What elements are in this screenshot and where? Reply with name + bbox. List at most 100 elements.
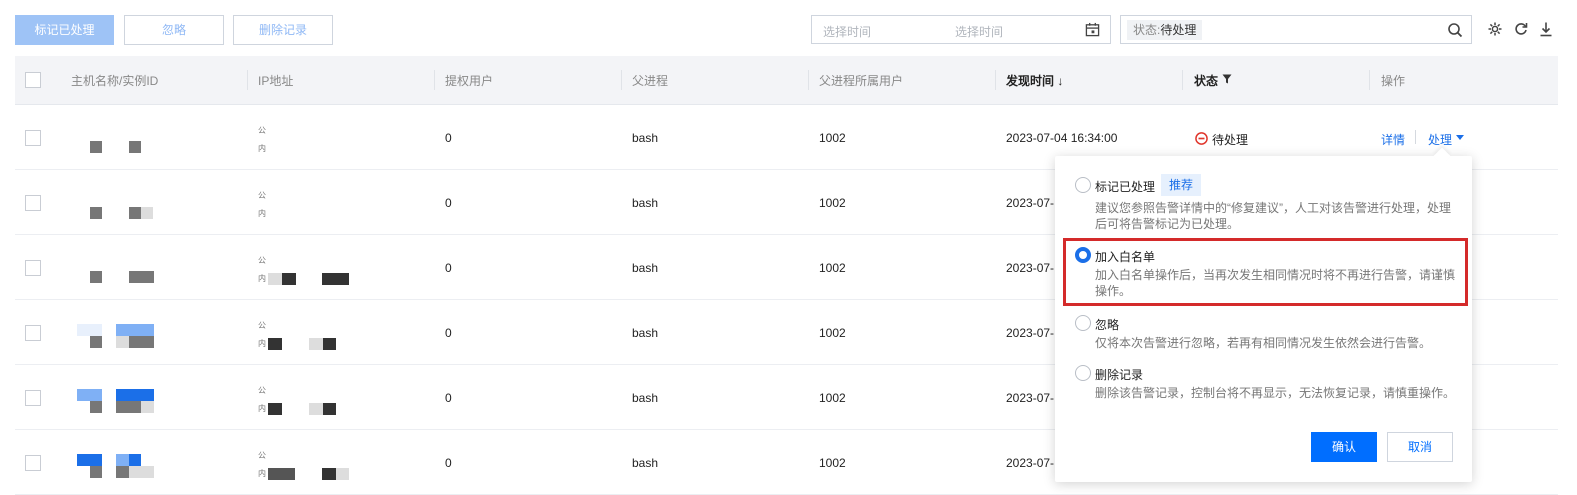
ip-private-label: 内 <box>258 209 266 218</box>
parent-proc-cell: bash <box>632 456 659 470</box>
redacted-host <box>90 336 102 348</box>
col-ip: IP地址 <box>258 74 294 88</box>
download-icon[interactable] <box>1538 21 1554 37</box>
parent-proc-cell: bash <box>632 196 659 210</box>
redacted-ip <box>268 403 282 415</box>
redacted-ip <box>322 468 336 480</box>
row-checkbox[interactable] <box>25 260 41 276</box>
priv-user-cell: 0 <box>445 131 452 145</box>
detail-link[interactable]: 详情 <box>1381 131 1405 148</box>
time-cell: 2023-07- <box>1006 391 1055 405</box>
parent-user-cell: 1002 <box>819 131 846 145</box>
parent-user-cell: 1002 <box>819 391 846 405</box>
redacted-host <box>129 141 141 153</box>
delete-record-button[interactable]: 删除记录 <box>233 15 333 45</box>
parent-proc-cell: bash <box>632 326 659 340</box>
status-cell: 待处理 <box>1212 133 1249 147</box>
status-filter-tag[interactable]: 状态:待处理 <box>1127 20 1203 40</box>
column-divider <box>1182 70 1183 90</box>
row-checkbox[interactable] <box>25 325 41 341</box>
row-checkbox[interactable] <box>25 130 41 146</box>
redacted-ip <box>268 338 282 350</box>
ip-public-label: 公 <box>258 451 266 460</box>
option-title: 标记已处理 <box>1095 180 1156 194</box>
redacted-host <box>90 141 102 153</box>
search-icon[interactable] <box>1447 22 1463 38</box>
parent-user-cell: 1002 <box>819 326 846 340</box>
parent-user-cell: 1002 <box>819 261 846 275</box>
handle-popover: 标记已处理 推荐 建议您参照告警详情中的“修复建议”，人工对该告警进行处理，处理… <box>1055 147 1472 482</box>
ip-private-label: 内 <box>258 274 266 283</box>
caret-down-icon[interactable] <box>1456 135 1464 141</box>
redacted-host <box>141 207 153 219</box>
redacted-host <box>116 466 129 478</box>
cancel-button[interactable]: 取消 <box>1387 432 1453 462</box>
action-divider <box>1415 130 1416 144</box>
ip-private-label: 内 <box>258 404 266 413</box>
redacted-host <box>90 466 102 478</box>
refresh-icon[interactable] <box>1513 21 1529 37</box>
row-checkbox[interactable] <box>25 390 41 406</box>
redacted-ip <box>336 468 349 480</box>
priv-user-cell: 0 <box>445 326 452 340</box>
redacted-host <box>129 271 154 283</box>
filter-value: 待处理 <box>1160 23 1197 37</box>
row-checkbox[interactable] <box>25 455 41 471</box>
ip-public-label: 公 <box>258 321 266 330</box>
redacted-host <box>77 389 102 401</box>
redacted-host <box>129 466 154 478</box>
filter-icon[interactable] <box>1222 74 1232 84</box>
parent-proc-cell: bash <box>632 261 659 275</box>
settings-icon[interactable] <box>1487 21 1503 37</box>
redacted-host <box>116 389 154 401</box>
radio-delete-record[interactable] <box>1075 365 1091 381</box>
redacted-ip <box>322 273 349 285</box>
time-cell: 2023-07- <box>1006 326 1055 340</box>
date-range-picker[interactable]: 选择时间 选择时间 <box>811 15 1111 44</box>
time-cell: 2023-07-04 16:34:00 <box>1006 131 1118 145</box>
redacted-host <box>116 401 141 413</box>
ip-private-label: 内 <box>258 469 266 478</box>
ip-public-label: 公 <box>258 386 266 395</box>
radio-whitelist-selected[interactable] <box>1075 247 1091 263</box>
option-title: 删除记录 <box>1095 368 1144 382</box>
radio-mark-handled[interactable] <box>1075 177 1091 193</box>
option-desc: 建议您参照告警详情中的“修复建议”，人工对该告警进行处理，处理后可将告警标记为已… <box>1095 201 1451 231</box>
ip-public-label: 公 <box>258 191 266 200</box>
mark-handled-button[interactable]: 标记已处理 <box>15 15 114 45</box>
date-start-placeholder: 选择时间 <box>823 25 872 39</box>
date-end-placeholder: 选择时间 <box>955 25 1004 39</box>
parent-proc-cell: bash <box>632 131 659 145</box>
confirm-button[interactable]: 确认 <box>1311 432 1377 462</box>
ignore-button[interactable]: 忽略 <box>124 15 224 45</box>
filter-search-box[interactable]: 状态:待处理 <box>1120 15 1472 44</box>
select-all-checkbox[interactable] <box>25 72 41 88</box>
col-parent-proc: 父进程 <box>632 74 669 88</box>
redacted-ip <box>309 338 323 350</box>
redacted-ip <box>323 403 336 415</box>
col-time-sortable[interactable]: 发现时间 ↓ <box>1006 72 1063 89</box>
column-divider <box>1369 70 1370 90</box>
redacted-host <box>77 454 102 466</box>
priv-user-cell: 0 <box>445 391 452 405</box>
handle-dropdown[interactable]: 处理 <box>1428 131 1452 148</box>
priv-user-cell: 0 <box>445 196 452 210</box>
redacted-host <box>116 336 129 348</box>
calendar-icon[interactable] <box>1085 22 1100 37</box>
row-checkbox[interactable] <box>25 195 41 211</box>
radio-ignore[interactable] <box>1075 315 1091 331</box>
redacted-host <box>90 271 102 283</box>
column-divider <box>808 70 809 90</box>
priv-user-cell: 0 <box>445 456 452 470</box>
option-title: 加入白名单 <box>1095 250 1156 264</box>
column-divider <box>621 70 622 90</box>
redacted-host <box>129 336 154 348</box>
col-status: 状态 <box>1194 74 1219 88</box>
time-cell: 2023-07- <box>1006 196 1055 210</box>
column-divider <box>995 70 996 90</box>
redacted-ip <box>268 273 282 285</box>
priv-user-cell: 0 <box>445 261 452 275</box>
ip-public-label: 公 <box>258 126 266 135</box>
time-cell: 2023-07- <box>1006 456 1055 470</box>
col-priv-user: 提权用户 <box>445 74 494 88</box>
